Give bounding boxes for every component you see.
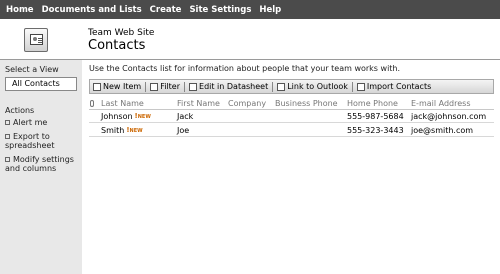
first-name-cell: Jack [177, 112, 194, 121]
last-name-link[interactable]: Smith [101, 126, 124, 135]
toolbar-divider [351, 81, 353, 92]
email-cell[interactable]: jack@johnson.com [411, 112, 486, 121]
nav-home[interactable]: Home [6, 5, 34, 15]
nav-help[interactable]: Help [259, 5, 281, 15]
toolbar-divider [145, 81, 147, 92]
datasheet-icon [189, 82, 198, 91]
new-item-icon: !NEW [134, 112, 151, 120]
filter-button[interactable]: Filter [150, 82, 180, 91]
nav-create[interactable]: Create [150, 5, 182, 15]
actions-heading: Actions [5, 106, 35, 115]
table-row: Smith !NEW Joe 555-323-3443 joe@smith.com [89, 124, 494, 137]
toolbar-divider [184, 81, 186, 92]
contacts-list-icon [24, 28, 48, 52]
new-item-label: New Item [103, 82, 142, 91]
column-last-name[interactable]: Last Name [101, 99, 144, 108]
column-business-phone[interactable]: Business Phone [275, 99, 338, 108]
nav-documents-and-lists[interactable]: Documents and Lists [42, 5, 142, 15]
site-name[interactable]: Team Web Site [88, 28, 154, 38]
view-all-contacts[interactable]: All Contacts [5, 77, 77, 91]
outlook-icon [277, 82, 286, 91]
toolbar-divider [272, 81, 274, 92]
email-cell[interactable]: joe@smith.com [411, 126, 473, 135]
action-label: Export to spreadsheet [5, 132, 55, 150]
home-phone-cell: 555-323-3443 [347, 126, 404, 135]
page-title: Contacts [88, 38, 146, 53]
filter-label: Filter [160, 82, 181, 91]
attachment-icon [90, 100, 94, 107]
bullet-icon [5, 120, 10, 125]
nav-site-settings[interactable]: Site Settings [189, 5, 251, 15]
link-outlook-label: Link to Outlook [287, 82, 348, 91]
last-name-cell[interactable]: Johnson !NEW [101, 112, 151, 121]
bullet-icon [5, 157, 10, 162]
first-name-cell: Joe [177, 126, 190, 135]
action-export-to-spreadsheet[interactable]: Export to spreadsheet [5, 132, 75, 150]
action-alert-me[interactable]: Alert me [5, 118, 79, 127]
bullet-icon [5, 134, 10, 139]
list-column-headers: Last Name First Name Company Business Ph… [89, 98, 494, 110]
link-to-outlook-button[interactable]: Link to Outlook [277, 82, 348, 91]
import-contacts-label: Import Contacts [366, 82, 432, 91]
action-label: Alert me [13, 118, 48, 127]
new-item-button[interactable]: New Item [93, 82, 141, 91]
column-first-name[interactable]: First Name [177, 99, 220, 108]
edit-datasheet-label: Edit in Datasheet [199, 82, 269, 91]
edit-in-datasheet-button[interactable]: Edit in Datasheet [189, 82, 268, 91]
table-row: Johnson !NEW Jack 555-987-5684 jack@johns… [89, 110, 494, 123]
filter-icon [150, 82, 159, 91]
action-modify-settings[interactable]: Modify settings and columns [5, 155, 81, 173]
top-navigation-bar: Home Documents and Lists Create Site Set… [0, 0, 500, 19]
new-item-icon [93, 82, 101, 91]
last-name-link[interactable]: Johnson [101, 112, 133, 121]
action-label: Modify settings and columns [5, 155, 74, 173]
import-icon [356, 82, 365, 91]
last-name-cell[interactable]: Smith !NEW [101, 126, 143, 135]
import-contacts-button[interactable]: Import Contacts [356, 82, 432, 91]
column-email-address[interactable]: E-mail Address [411, 99, 470, 108]
column-home-phone[interactable]: Home Phone [347, 99, 398, 108]
page-header: Team Web Site Contacts [0, 19, 500, 60]
select-view-heading: Select a View [5, 65, 59, 74]
column-company[interactable]: Company [228, 99, 266, 108]
home-phone-cell: 555-987-5684 [347, 112, 404, 121]
list-toolbar: New Item Filter Edit in Datasheet Link t… [89, 79, 494, 94]
list-description: Use the Contacts list for information ab… [89, 64, 401, 73]
contact-card-icon [30, 34, 43, 45]
new-item-icon: !NEW [126, 126, 143, 134]
